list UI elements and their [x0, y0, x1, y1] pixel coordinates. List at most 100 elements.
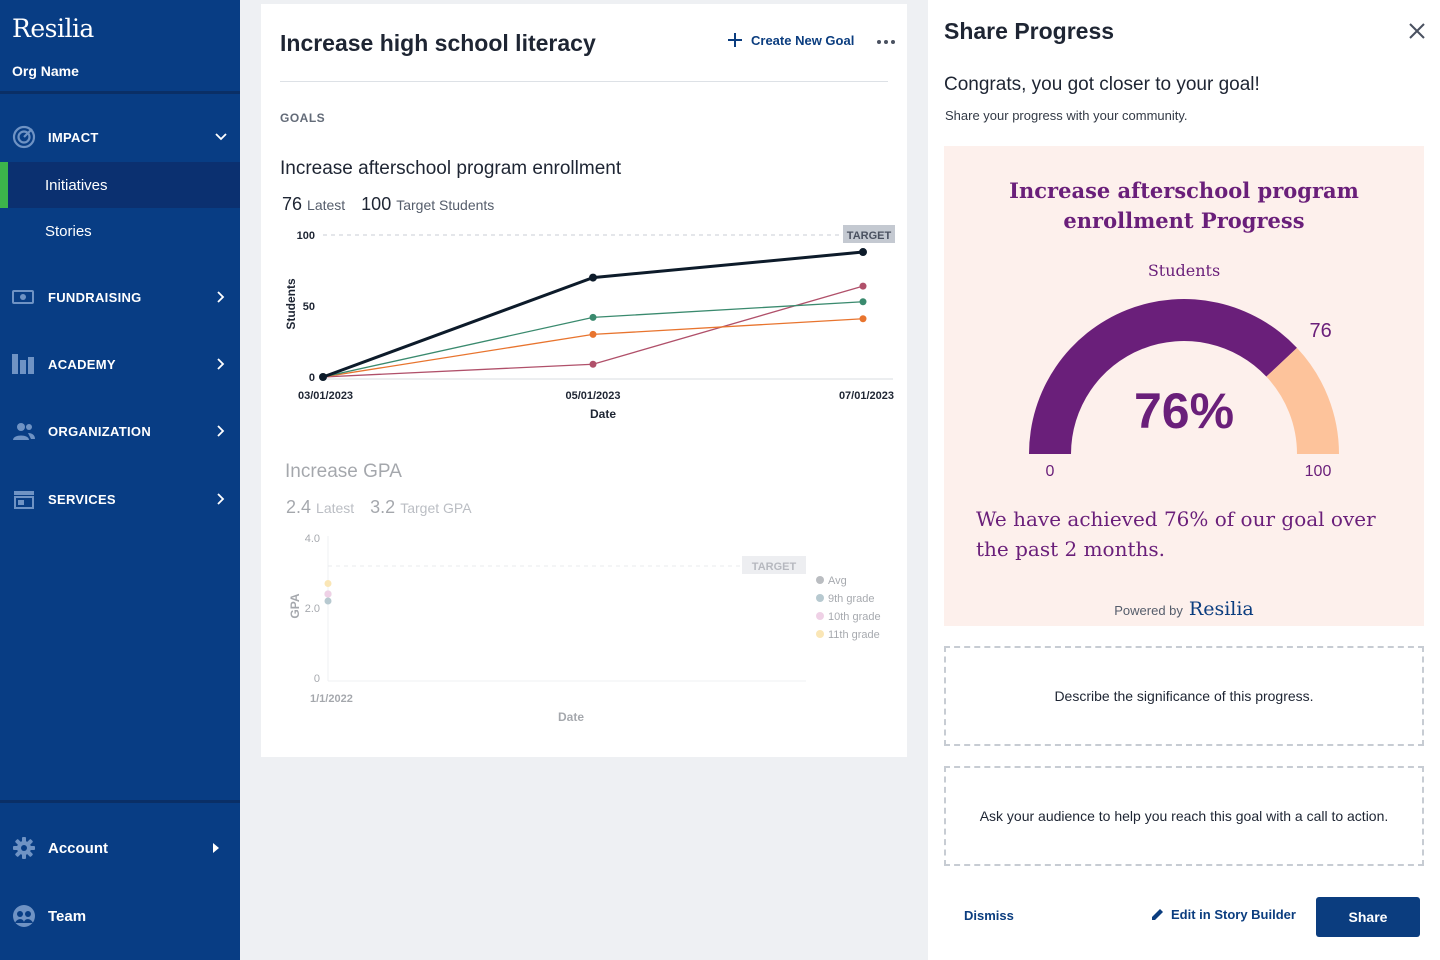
pencil-icon — [1152, 909, 1163, 920]
fundraising-icon — [12, 290, 34, 304]
sidebar-item-label: Account — [48, 839, 108, 857]
powered-by: Powered by Resilia — [944, 598, 1424, 620]
initiative-card: Increase high school literacy Create New… — [261, 4, 907, 757]
create-new-goal-label: Create New Goal — [751, 32, 855, 48]
series-point — [859, 298, 867, 306]
series-point — [859, 282, 867, 290]
sidebar-divider — [0, 91, 240, 94]
progress-description: We have achieved 76% of our goal over th… — [976, 507, 1376, 561]
congrats-message: Congrats, you got closer to your goal! — [944, 74, 1260, 95]
significance-placeholder: Describe the significance of this progre… — [1054, 688, 1314, 704]
progress-gauge: 76 76% 0 100 — [1029, 299, 1339, 480]
sidebar-section-academy[interactable]: ACADEMY — [0, 344, 240, 384]
share-subtitle: Share your progress with your community. — [945, 108, 1188, 123]
sidebar-section-label: ACADEMY — [48, 356, 116, 372]
initiative-title: Increase high school literacy — [280, 30, 596, 56]
sidebar-section-label: IMPACT — [48, 129, 99, 145]
target-label: Target Students — [396, 197, 495, 213]
goal-title[interactable]: Increase afterschool program enrollment — [280, 158, 621, 180]
legend-item: 10th grade — [816, 611, 881, 623]
sidebar-item-label: Stories — [45, 222, 92, 240]
sidebar-section-label: ORGANIZATION — [48, 423, 152, 439]
goal-title[interactable]: Increase GPA — [285, 461, 402, 483]
academy-icon — [12, 354, 34, 374]
sidebar-section-fundraising[interactable]: FUNDRAISING — [0, 277, 240, 317]
legend-label: 9th grade — [828, 593, 874, 605]
org-name[interactable]: Org Name — [12, 63, 79, 79]
significance-input[interactable]: Describe the significance of this progre… — [944, 646, 1424, 746]
chevron-right-icon — [217, 358, 225, 370]
legend-swatch — [816, 594, 824, 602]
progress-card-title: Increase afterschool program enrollment … — [1009, 178, 1359, 233]
sidebar-item-label: Team — [48, 907, 87, 925]
y-tick-label: 2.0 — [305, 603, 320, 615]
progress-card: Increase afterschool program enrollment … — [944, 146, 1424, 626]
impact-icon — [12, 125, 36, 149]
legend-swatch — [816, 630, 824, 638]
caret-right-icon — [213, 843, 219, 853]
target-value: 3.2 — [370, 497, 396, 517]
legend-label: Avg — [828, 575, 847, 587]
services-icon — [14, 491, 34, 509]
y-tick-label: 50 — [303, 301, 315, 313]
x-tick-label: 05/01/2023 — [565, 390, 620, 402]
enrollment-line-chart: TARGET 0 50 100 03/01/2023 05/01/2023 07/01/20… — [284, 225, 895, 421]
brand-text: Resilia — [12, 14, 94, 43]
target-badge: TARGET — [843, 225, 895, 243]
chevron-right-icon — [217, 425, 225, 437]
powered-by-label: Powered by — [1114, 603, 1183, 618]
target-badge-label: TARGET — [847, 230, 892, 242]
sidebar-item-initiatives[interactable]: Initiatives — [0, 162, 240, 208]
sidebar-item-stories[interactable]: Stories — [0, 208, 240, 254]
legend-label: 10th grade — [828, 611, 881, 623]
share-button[interactable]: Share — [1316, 897, 1420, 937]
sidebar-item-team[interactable]: Team — [0, 896, 240, 936]
x-axis-label: Date — [590, 407, 616, 421]
sidebar-section-services[interactable]: SERVICES — [0, 479, 240, 519]
chevron-right-icon — [217, 291, 225, 303]
more-options-icon[interactable] — [875, 34, 897, 50]
call-to-action-input[interactable]: Ask your audience to help you reach this… — [944, 766, 1424, 866]
sidebar-section-label: SERVICES — [48, 491, 116, 507]
y-tick-label: 4.0 — [305, 533, 320, 545]
sidebar-item-label: Initiatives — [45, 176, 108, 194]
legend-item: Avg — [816, 575, 847, 587]
series-point — [589, 273, 597, 282]
y-axis-label: GPA — [288, 593, 302, 618]
gauge-percent-label: 76% — [1134, 383, 1234, 439]
close-icon[interactable] — [1408, 22, 1426, 40]
chevron-down-icon — [215, 133, 227, 141]
edit-story-label: Edit in Story Builder — [1171, 907, 1296, 922]
plus-icon — [728, 33, 742, 47]
gauge-min-label: 0 — [1046, 463, 1055, 480]
sidebar-section-label: FUNDRAISING — [48, 289, 142, 305]
share-progress-panel: Share Progress Congrats, you got closer … — [928, 0, 1440, 960]
gear-icon — [13, 837, 35, 859]
x-tick-label: 1/1/2022 — [310, 693, 353, 705]
legend-item: 9th grade — [816, 593, 874, 605]
card-divider — [280, 81, 888, 82]
series-point — [859, 315, 867, 323]
sidebar-divider — [0, 800, 240, 803]
sidebar-item-account[interactable]: Account — [0, 828, 240, 868]
legend-item: 11th grade — [816, 629, 880, 641]
y-axis-label: Students — [284, 278, 298, 330]
target-badge: TARGET — [742, 556, 806, 574]
target-badge-label: TARGET — [752, 561, 797, 573]
latest-value: 2.4 — [286, 497, 312, 517]
edit-in-story-builder-button[interactable]: Edit in Story Builder — [1150, 907, 1296, 922]
series-point — [589, 313, 597, 321]
x-tick-label: 03/01/2023 — [298, 390, 353, 402]
create-new-goal-button[interactable]: Create New Goal — [727, 32, 854, 48]
series-point — [319, 373, 327, 381]
sidebar: Resilia Org Name IMPACT Initiatives Stor… — [0, 0, 240, 960]
y-tick-label: 100 — [297, 230, 315, 242]
team-icon — [13, 905, 35, 927]
sidebar-section-impact[interactable]: IMPACT — [0, 117, 240, 157]
sidebar-section-organization[interactable]: ORGANIZATION — [0, 411, 240, 451]
x-axis-label: Date — [558, 710, 584, 724]
dismiss-button[interactable]: Dismiss — [964, 908, 1014, 923]
organization-icon — [13, 423, 35, 440]
resilia-logo[interactable]: Resilia — [12, 14, 94, 43]
target-label: Target GPA — [400, 500, 472, 516]
